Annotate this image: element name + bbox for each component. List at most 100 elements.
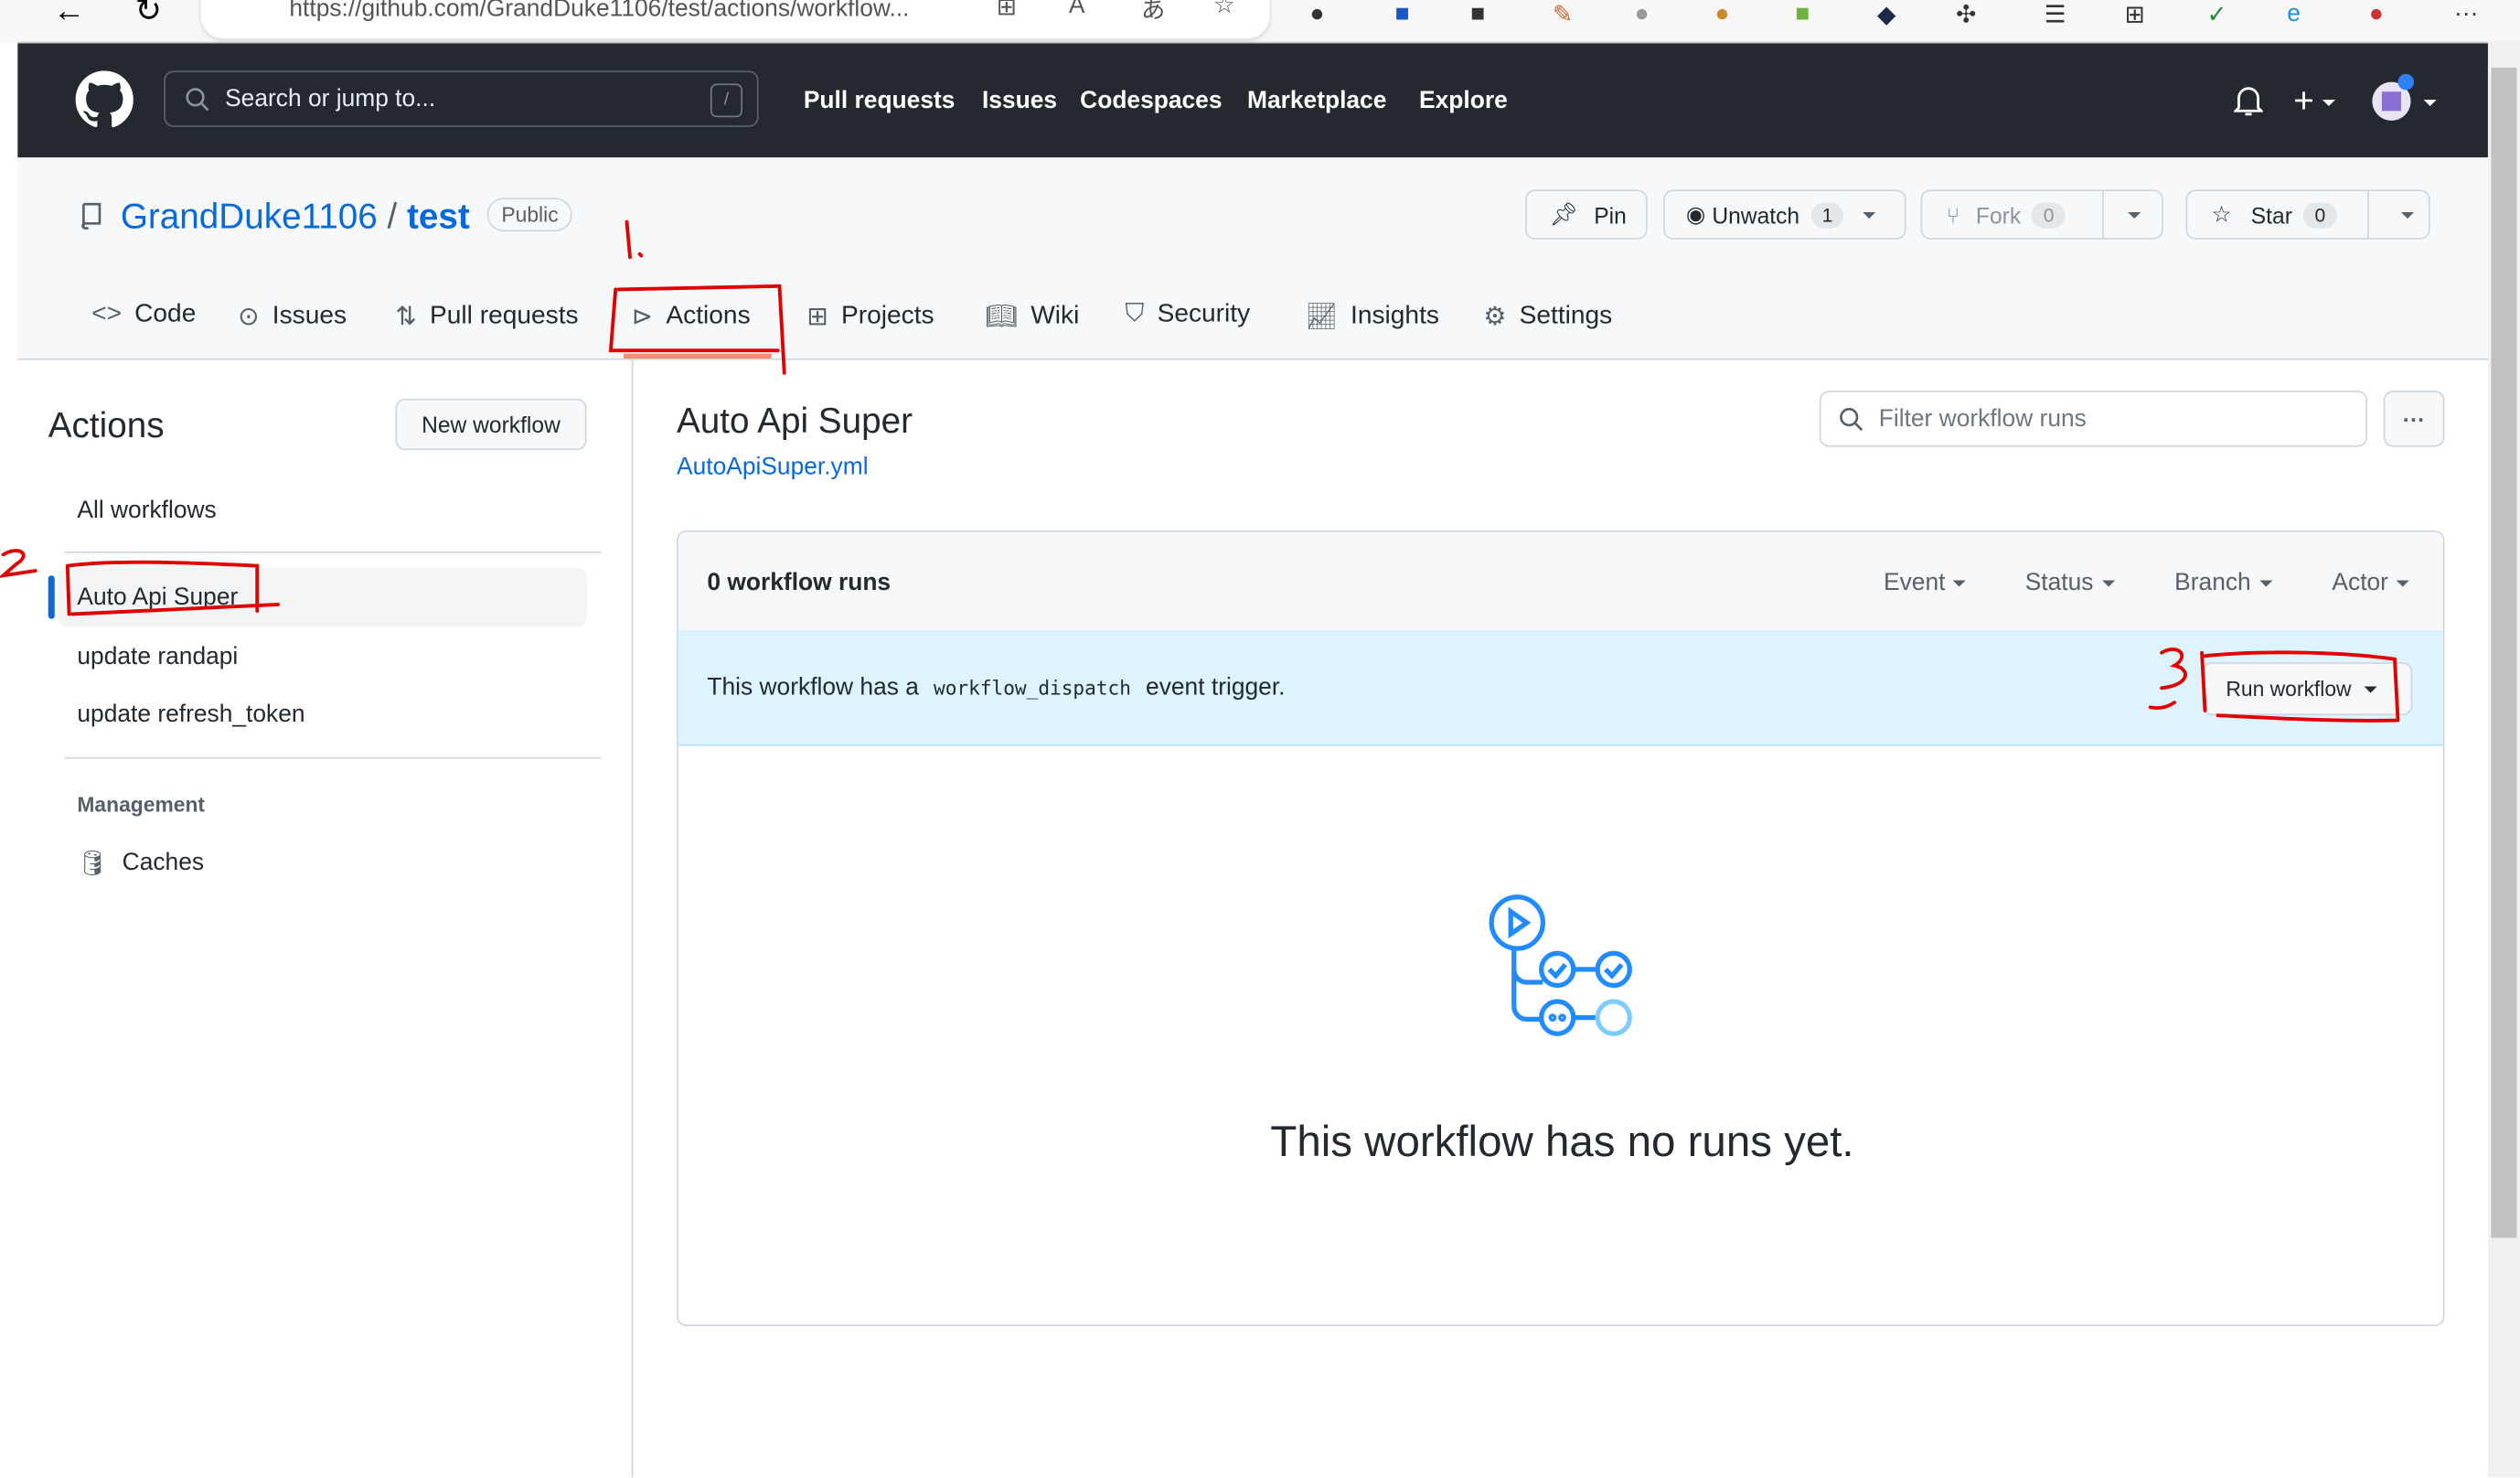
code-icon: <> — [91, 300, 123, 328]
workflow-runs-box: 0 workflow runs Event Status Branch Acto… — [676, 530, 2445, 1327]
search-shortcut: / — [710, 83, 743, 118]
nav-pull-requests[interactable]: Pull requests — [804, 87, 956, 114]
extension-icon[interactable]: ■ — [1795, 0, 1810, 27]
play-icon: ⊳ — [631, 304, 654, 332]
sidebar-item-all-workflows[interactable]: All workflows — [77, 497, 216, 524]
back-icon[interactable]: ← — [53, 0, 85, 30]
github-logo-icon[interactable] — [75, 70, 133, 128]
tab-label: Code — [134, 300, 197, 328]
fork-dropdown-icon[interactable] — [2128, 212, 2141, 220]
sidebar-item-update-refresh-token[interactable]: update refresh_token — [77, 701, 304, 728]
fork-button[interactable]: ⑂ Fork 0 — [1920, 189, 2163, 240]
url-text: https://github.com/GrandDuke1106/test/ac… — [289, 0, 910, 23]
workflow-file-link[interactable]: AutoApiSuper.yml — [677, 454, 869, 481]
filter-workflow-runs-input[interactable]: Filter workflow runs — [1819, 391, 2368, 447]
nav-codespaces[interactable]: Codespaces — [1080, 87, 1222, 114]
collections-icon[interactable]: ⊞ — [2125, 0, 2145, 29]
fork-count: 0 — [2032, 201, 2066, 228]
star-count: 0 — [2303, 201, 2337, 228]
pin-label: Pin — [1594, 201, 1627, 228]
issue-icon: ⊙ — [238, 304, 260, 332]
extension-icon[interactable]: ● — [1714, 0, 1729, 27]
table-icon: ⊞ — [806, 304, 828, 332]
watch-count: 1 — [1810, 201, 1844, 228]
management-heading: Management — [77, 792, 206, 817]
tab-issues[interactable]: ⊙ Issues — [238, 301, 347, 333]
tab-label: Insights — [1351, 302, 1439, 330]
star-button[interactable]: ☆ Star 0 — [2185, 189, 2430, 240]
caches-label: Caches — [122, 849, 205, 876]
workflow-label[interactable]: Auto Api Super — [77, 584, 238, 611]
branch-filter[interactable]: Branch — [2174, 569, 2272, 596]
runs-count: 0 workflow runs — [707, 569, 892, 597]
tab-settings[interactable]: ⚙ Settings — [1483, 301, 1612, 333]
event-filter[interactable]: Event — [1884, 569, 1967, 596]
star-dropdown-icon[interactable] — [2401, 212, 2415, 220]
scrollbar[interactable] — [2487, 41, 2520, 1478]
address-bar[interactable]: https://github.com/GrandDuke1106/test/ac… — [200, 0, 1270, 39]
unwatch-button[interactable]: ◉ Unwatch 1 — [1663, 189, 1906, 240]
tab-code[interactable]: <> Code — [91, 301, 196, 330]
search-placeholder: Search or jump to... — [225, 85, 436, 113]
tab-label: Actions — [666, 302, 751, 330]
extension-icon[interactable]: ◆ — [1877, 0, 1895, 29]
status-filter[interactable]: Status — [2025, 569, 2115, 596]
search-input[interactable]: Search or jump to... / — [164, 70, 759, 127]
nav-explore[interactable]: Explore — [1419, 87, 1508, 114]
extension-icon[interactable]: ✓ — [2206, 0, 2226, 29]
extension-icon[interactable]: ✎ — [1553, 0, 1573, 29]
favorite-icon[interactable]: ☆ — [1213, 0, 1235, 19]
dispatch-banner: This workflow has a workflow_dispatch ev… — [678, 630, 2443, 746]
selected-indicator — [48, 575, 55, 619]
ie-icon[interactable]: e — [2287, 0, 2301, 27]
eye-icon: ◉ — [1685, 200, 1706, 227]
extensions-icon[interactable]: ✣ — [1956, 0, 1976, 29]
tab-security[interactable]: ⛉ Security — [1125, 301, 1250, 330]
tab-projects[interactable]: ⊞ Projects — [806, 301, 934, 333]
extension-icon[interactable]: ● — [1635, 0, 1650, 27]
book-icon: 📖︎ — [985, 304, 1019, 332]
fork-label: Fork — [1975, 201, 2022, 228]
search-icon — [1840, 408, 1863, 432]
tab-wiki[interactable]: 📖︎ Wiki — [985, 301, 1079, 333]
star-label: Star — [2250, 201, 2292, 228]
gear-icon: ⚙ — [1483, 304, 1507, 332]
search-icon — [186, 88, 209, 112]
pin-button[interactable]: 📌︎ Pin — [1525, 189, 1648, 240]
create-new-icon[interactable]: + — [2293, 80, 2335, 123]
profile-icon[interactable]: ● — [2369, 0, 2384, 27]
more-options-button[interactable]: ··· — [2383, 391, 2445, 447]
chevron-down-icon — [1863, 211, 1876, 219]
repo-separator: / — [387, 196, 398, 237]
refresh-icon[interactable]: ↻ — [135, 0, 162, 30]
repo-owner-link[interactable]: GrandDuke1106 — [121, 196, 378, 236]
tab-icon[interactable]: ⊞ — [997, 0, 1017, 21]
sidebar-item-update-randapi[interactable]: update randapi — [77, 643, 238, 670]
bell-icon[interactable] — [2234, 85, 2263, 117]
favorites-icon[interactable]: ☰ — [2045, 0, 2066, 29]
actor-filter[interactable]: Actor — [2332, 569, 2409, 596]
extension-icon[interactable]: ● — [1310, 0, 1325, 27]
avatar[interactable] — [2372, 73, 2415, 121]
translate-icon[interactable]: あ — [1141, 0, 1165, 26]
empty-state-message: This workflow has no runs yet. — [1270, 1117, 1854, 1166]
workflow-graph-icon — [1489, 894, 1632, 1036]
repo-header — [17, 157, 2488, 360]
tab-pull-requests[interactable]: ⇅ Pull requests — [395, 301, 578, 333]
read-aloud-icon[interactable]: A — [1069, 0, 1085, 19]
more-icon[interactable]: ··· — [2454, 0, 2478, 27]
new-workflow-button[interactable]: New workflow — [395, 398, 587, 451]
extension-icon[interactable]: ■ — [1470, 0, 1485, 27]
extension-icon[interactable]: ■ — [1395, 0, 1410, 27]
nav-marketplace[interactable]: Marketplace — [1247, 87, 1386, 114]
tab-insights[interactable]: 📈︎ Insights — [1305, 301, 1439, 333]
pin-icon: 📌︎ — [1549, 200, 1578, 227]
workflow-title: Auto Api Super — [676, 400, 913, 441]
kebab-horizontal-icon: ··· — [2402, 405, 2426, 432]
fork-icon: ⑂ — [1946, 201, 1960, 228]
nav-issues[interactable]: Issues — [982, 87, 1057, 114]
run-workflow-button[interactable]: Run workflow — [2202, 662, 2413, 716]
tab-actions[interactable]: ⊳ Actions — [632, 301, 751, 333]
repo-name-link[interactable]: test — [407, 196, 470, 236]
sidebar-item-caches[interactable]: 🛢︎ Caches — [77, 849, 204, 878]
